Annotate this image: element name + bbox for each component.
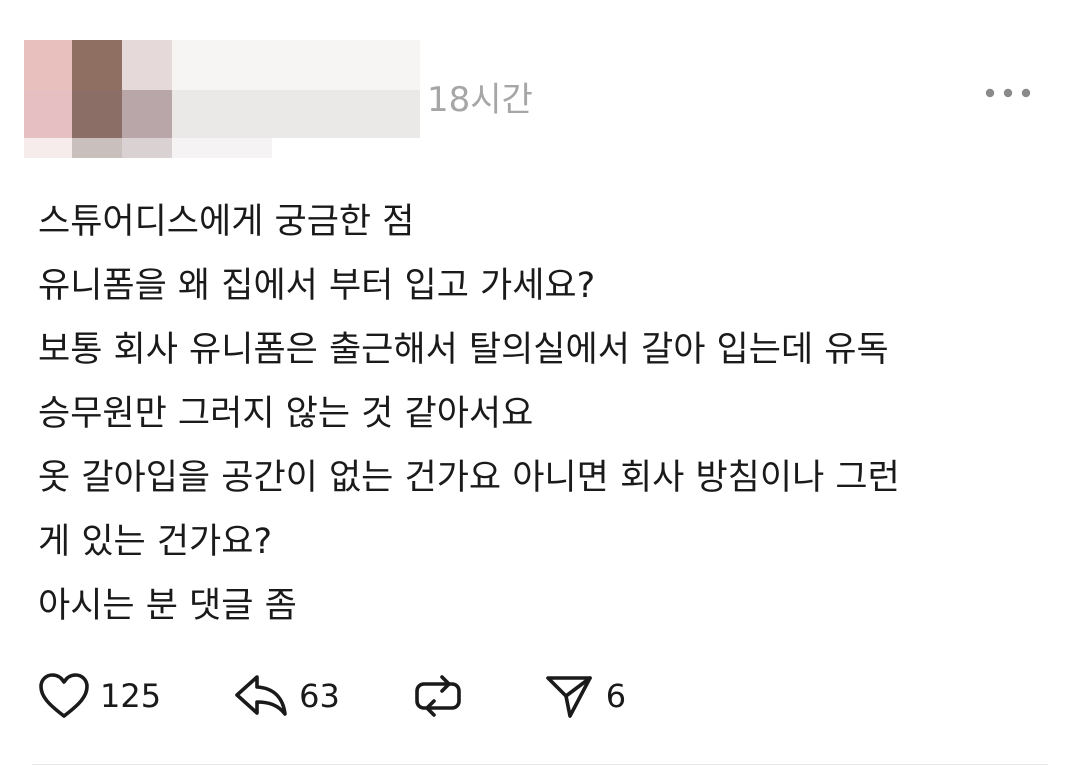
post-text-line: 옷 갈아입을 공간이 없는 건가요 아니면 회사 방침이나 그런: [38, 458, 900, 498]
reply-button[interactable]: 63: [233, 668, 340, 724]
post-text-line: 유니폼을 왜 집에서 부터 입고 가세요?: [38, 266, 596, 306]
post-text-line: 보통 회사 유니폼은 출근해서 탈의실에서 갈아 입는데 유독: [38, 330, 889, 370]
post-divider: [32, 764, 1048, 765]
more-options-button[interactable]: [980, 78, 1036, 108]
repost-icon: [414, 675, 461, 717]
heart-icon: [39, 673, 89, 718]
reply-count: 63: [299, 677, 340, 715]
post-text-line: 스튜어디스에게 궁금한 점: [38, 202, 415, 242]
repost-button[interactable]: [412, 668, 474, 724]
send-icon: [545, 676, 592, 718]
post-body: 스튜어디스에게 궁금한 점 유니폼을 왜 집에서 부터 입고 가세요? 보통 회…: [38, 190, 1048, 638]
reply-arrow-icon: [235, 675, 287, 716]
more-dots-icon: [985, 88, 1031, 98]
post-text-line: 승무원만 그러지 않는 것 같아서요: [38, 394, 534, 434]
post-text-line: 아시는 분 댓글 좀: [38, 586, 297, 626]
post-text-line: 게 있는 건가요?: [38, 522, 273, 562]
share-button[interactable]: 6: [544, 668, 626, 724]
like-button[interactable]: 125: [38, 668, 161, 724]
blurred-author-info[interactable]: [24, 40, 424, 160]
thread-post: 18시간 스튜어디스에게 궁금한 점 유니폼을 왜 집에서 부터 입고 가세요?…: [0, 0, 1080, 767]
like-count: 125: [100, 677, 162, 715]
post-actions-bar: 125 63 6: [38, 668, 626, 724]
share-count: 6: [605, 677, 627, 715]
post-timestamp: 18시간: [427, 80, 533, 120]
